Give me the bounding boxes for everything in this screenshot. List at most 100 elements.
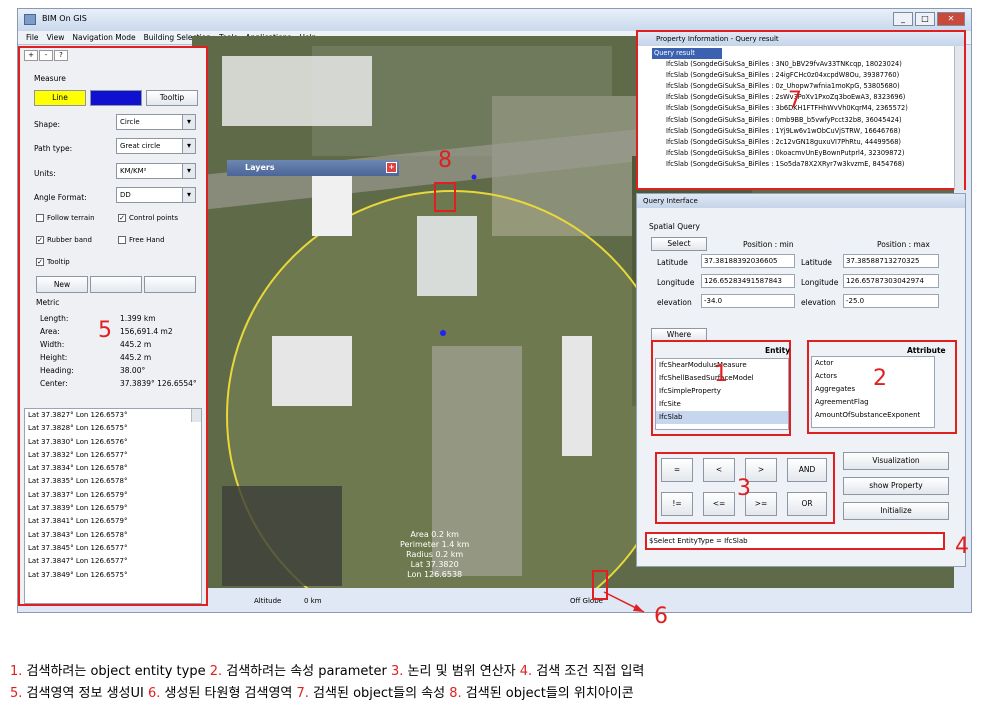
list-item[interactable]: Lat 37.3835° Lon 126.6578° bbox=[25, 475, 201, 488]
list-item[interactable]: AmountOfSubstanceExponent bbox=[812, 409, 934, 422]
follow-terrain-checkbox[interactable]: Follow terrain bbox=[36, 214, 95, 222]
metric-value: 445.2 m bbox=[120, 340, 152, 349]
list-item[interactable]: Lat 37.3828° Lon 126.6575° bbox=[25, 422, 201, 435]
list-item[interactable]: Lat 37.3827° Lon 126.6573° bbox=[25, 409, 201, 422]
elevation-min-field[interactable]: -34.0 bbox=[701, 294, 795, 308]
object-location-icon-8 bbox=[434, 182, 456, 212]
latitude-max-field[interactable]: 37.38588713270325 bbox=[843, 254, 939, 268]
app-icon bbox=[24, 14, 36, 25]
tree-row[interactable]: IfcSlab (SongdeGiSukSa_BiFiles : 0koacmv… bbox=[642, 148, 952, 159]
tree-row[interactable]: IfcSlab (SongdeGiSukSa_BiFiles : 1So5da7… bbox=[642, 159, 952, 170]
op-equals-button[interactable]: = bbox=[661, 458, 693, 482]
tree-row[interactable]: IfcSlab (SongdeGiSukSa_BiFiles : 24igFCH… bbox=[642, 70, 952, 81]
select-button[interactable]: Select bbox=[651, 237, 707, 251]
new-button[interactable]: New bbox=[36, 276, 88, 293]
tree-row[interactable]: IfcSlab (SongdeGiSukSa_BiFiles : 0mb9BB_… bbox=[642, 115, 952, 126]
control-points-checkbox[interactable]: ✓ Control points bbox=[118, 214, 178, 222]
op-notequal-button[interactable]: != bbox=[661, 492, 693, 516]
blank-button[interactable] bbox=[144, 276, 196, 293]
blank-button[interactable] bbox=[90, 276, 142, 293]
tab-remove[interactable]: - bbox=[39, 50, 53, 61]
visualization-button[interactable]: Visualization bbox=[843, 452, 949, 470]
list-item[interactable]: Lat 37.3847° Lon 126.6577° bbox=[25, 555, 201, 568]
control-point-list[interactable]: Lat 37.3827° Lon 126.6573° Lat 37.3828° … bbox=[24, 408, 202, 604]
annotation-6: 6 bbox=[654, 604, 668, 629]
tree-row[interactable]: IfcSlab (SongdeGiSukSa_BiFiles : 1Yj9Lw6… bbox=[642, 126, 952, 137]
position-max-label: Position : max bbox=[877, 240, 930, 249]
longitude-max-field[interactable]: 126.65787303042974 bbox=[843, 274, 939, 288]
tree-row[interactable]: IfcSlab (SongdeGiSukSa_BiFiles : 2c12vGN… bbox=[642, 137, 952, 148]
list-item[interactable]: Lat 37.3830° Lon 126.6576° bbox=[25, 436, 201, 449]
longitude-min-field[interactable]: 126.65283491587843 bbox=[701, 274, 795, 288]
caption-line-1: 1. 검색하려는 object entity type 2. 검색하려는 속성 … bbox=[10, 664, 645, 679]
metric-value: 38.00° bbox=[120, 366, 146, 375]
altitude-value: 0 km bbox=[304, 597, 322, 605]
tooltip-checkbox[interactable]: ✓ Tooltip bbox=[36, 258, 70, 266]
metric-key: Center: bbox=[40, 379, 68, 388]
list-item[interactable]: Lat 37.3845° Lon 126.6577° bbox=[25, 542, 201, 555]
tab-add[interactable]: + bbox=[24, 50, 38, 61]
list-item[interactable]: Lat 37.3843° Lon 126.6578° bbox=[25, 529, 201, 542]
list-item[interactable]: IfcSite bbox=[656, 398, 788, 411]
condition-input[interactable]: $Select EntityType = IfcSlab bbox=[645, 532, 945, 550]
rubber-band-checkbox[interactable]: ✓ Rubber band bbox=[36, 236, 92, 244]
list-scrollbar[interactable] bbox=[191, 409, 201, 423]
annotation-5: 5 bbox=[98, 318, 112, 343]
annotation-2: 2 bbox=[873, 366, 887, 391]
status-bar: Altitude 0 km Off Globe bbox=[192, 595, 632, 609]
measure-panel: + - ? Measure Line Tooltip Shape: Circle… bbox=[18, 46, 208, 606]
metric-key: Area: bbox=[40, 327, 60, 336]
angle-format-label: Angle Format: bbox=[34, 193, 87, 202]
op-lessequal-button[interactable]: <= bbox=[703, 492, 735, 516]
op-and-button[interactable]: AND bbox=[787, 458, 827, 482]
color-button[interactable] bbox=[90, 90, 142, 106]
tab-help[interactable]: ? bbox=[54, 50, 68, 61]
annotation-3: 3 bbox=[737, 476, 751, 501]
elevation-label: elevation bbox=[657, 298, 692, 307]
spatial-query-label: Spatial Query bbox=[649, 222, 700, 231]
units-select[interactable]: KM/KM² bbox=[116, 163, 196, 179]
elevation-max-field[interactable]: -25.0 bbox=[843, 294, 939, 308]
latitude-label: Latitude bbox=[801, 258, 832, 267]
path-type-select[interactable]: Great circle bbox=[116, 138, 196, 154]
tree-root[interactable]: Query result bbox=[652, 48, 722, 60]
entity-header: Entity bbox=[765, 346, 791, 355]
app-title: BIM On GIS bbox=[42, 14, 87, 23]
layers-close-icon[interactable]: + bbox=[386, 162, 397, 173]
caption-line-2: 5. 검색영역 정보 생성UI 6. 생성된 타원형 검색영역 7. 검색된 o… bbox=[10, 686, 634, 701]
annotation-7: 7 bbox=[788, 88, 802, 113]
free-hand-checkbox[interactable]: Free Hand bbox=[118, 236, 165, 244]
menu-file[interactable]: File bbox=[26, 31, 39, 44]
query-result-tree[interactable]: Query result IfcSlab (SongdeGiSukSa_BiFi… bbox=[642, 48, 952, 188]
menu-navigation-mode[interactable]: Navigation Mode bbox=[72, 31, 135, 44]
shape-select[interactable]: Circle bbox=[116, 114, 196, 130]
list-item[interactable]: Lat 37.3837° Lon 126.6579° bbox=[25, 489, 201, 502]
property-scrollbar[interactable] bbox=[954, 46, 964, 190]
latitude-min-field[interactable]: 37.38188392036605 bbox=[701, 254, 795, 268]
list-item[interactable]: IfcSlab bbox=[656, 411, 788, 424]
show-property-button[interactable]: show Property bbox=[843, 477, 949, 495]
op-or-button[interactable]: OR bbox=[787, 492, 827, 516]
line-button[interactable]: Line bbox=[34, 90, 86, 106]
layers-panel-header[interactable]: Layers + bbox=[227, 160, 399, 176]
tree-row[interactable]: IfcSlab (SongdeGiSukSa_BiFiles : 3N0_bBV… bbox=[642, 59, 952, 70]
list-item[interactable]: Lat 37.3841° Lon 126.6579° bbox=[25, 515, 201, 528]
annotation-1: 1 bbox=[714, 362, 728, 387]
minimize-button[interactable]: _ bbox=[893, 12, 913, 26]
list-item[interactable]: Lat 37.3849° Lon 126.6575° bbox=[25, 569, 201, 582]
list-item[interactable]: Lat 37.3832° Lon 126.6577° bbox=[25, 449, 201, 462]
list-item[interactable]: Lat 37.3839° Lon 126.6579° bbox=[25, 502, 201, 515]
list-item[interactable]: AgreementFlag bbox=[812, 396, 934, 409]
list-item[interactable]: Lat 37.3834° Lon 126.6578° bbox=[25, 462, 201, 475]
maximize-button[interactable]: □ bbox=[915, 12, 935, 26]
map-nav-controls[interactable] bbox=[222, 486, 342, 586]
angle-format-select[interactable]: DD bbox=[116, 187, 196, 203]
menu-view[interactable]: View bbox=[47, 31, 65, 44]
tooltip-button[interactable]: Tooltip bbox=[146, 90, 198, 106]
search-area-marker-6 bbox=[592, 570, 608, 600]
metric-list: Length: 1.399 km Area: 156,691.4 m2 Width:… bbox=[40, 314, 200, 392]
op-less-button[interactable]: < bbox=[703, 458, 735, 482]
property-panel-title: Property Information - Query result bbox=[638, 32, 964, 46]
close-button[interactable]: ✕ bbox=[937, 12, 965, 26]
initialize-button[interactable]: Initialize bbox=[843, 502, 949, 520]
